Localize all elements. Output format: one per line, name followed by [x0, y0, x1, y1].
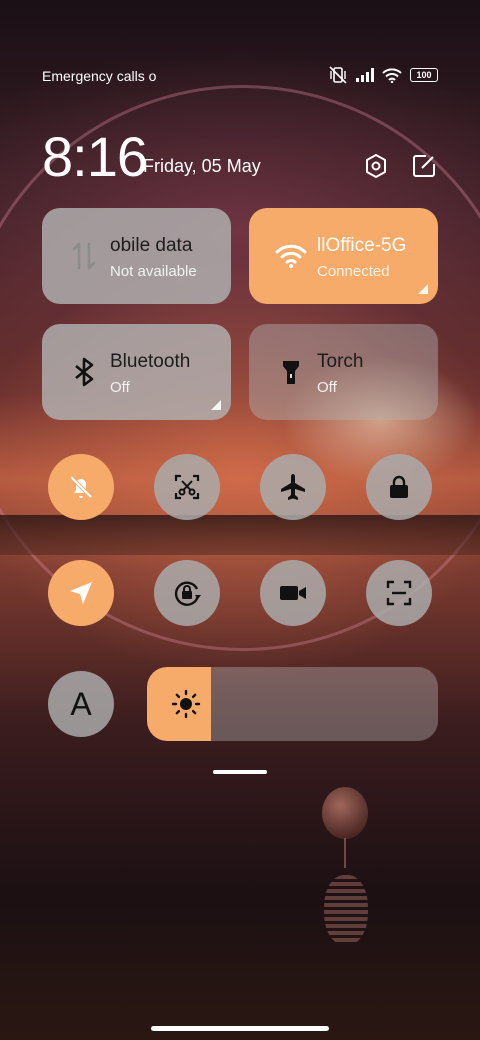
- tile-title: llOffice-5G: [317, 235, 407, 256]
- tile-subtitle: Connected: [317, 263, 390, 280]
- wifi-icon: [275, 244, 307, 268]
- clock: 8:16: [42, 125, 148, 188]
- carrier-text: Emergency calls o: [42, 68, 157, 84]
- video-camera-icon: [280, 586, 306, 600]
- mobile-data-icon: [72, 242, 96, 270]
- tile-subtitle: Off: [317, 379, 337, 396]
- battery-icon: 100: [410, 68, 438, 82]
- tile-subtitle: Not available: [110, 263, 197, 280]
- battery-level: 100: [416, 70, 432, 80]
- tile-title: Bluetooth: [110, 351, 191, 372]
- signal-icon: [356, 68, 374, 82]
- font-size-label: A: [70, 685, 92, 722]
- wifi-status-icon: [382, 67, 402, 83]
- toggle-rotation-lock[interactable]: [154, 560, 220, 626]
- home-indicator[interactable]: [151, 1026, 329, 1031]
- brightness-icon: [171, 689, 201, 719]
- toggle-video[interactable]: [260, 560, 326, 626]
- font-size-button[interactable]: A: [48, 671, 114, 737]
- toggle-screenshot[interactable]: [154, 454, 220, 520]
- toggle-silent[interactable]: [48, 454, 114, 520]
- airplane-icon: [281, 474, 305, 500]
- toggle-lock-screen[interactable]: [366, 454, 432, 520]
- expand-corner-icon[interactable]: [211, 400, 221, 410]
- bluetooth-icon: [75, 357, 94, 387]
- settings-icon[interactable]: [362, 152, 390, 180]
- edit-icon[interactable]: [410, 152, 438, 180]
- toggle-scanner[interactable]: [366, 560, 432, 626]
- moon-reflection-decoration: [324, 875, 368, 945]
- lock-icon: [390, 475, 408, 498]
- screenshot-icon: [174, 474, 200, 500]
- tile-wifi[interactable]: llOffice-5G Connected: [249, 208, 438, 304]
- brightness-slider[interactable]: [147, 667, 438, 741]
- toggle-airplane[interactable]: [260, 454, 326, 520]
- toggle-location[interactable]: [48, 560, 114, 626]
- tile-torch[interactable]: Torch Off: [249, 324, 438, 420]
- status-bar: Emergency calls o 100: [42, 66, 438, 86]
- rotation-lock-icon: [174, 581, 201, 606]
- expand-corner-icon[interactable]: [418, 284, 428, 294]
- vibrate-off-icon: [329, 66, 347, 84]
- moon-stem-decoration: [344, 838, 346, 868]
- tile-mobile-data[interactable]: obile data Not available: [42, 208, 231, 304]
- scan-icon: [386, 580, 412, 606]
- tile-title: Torch: [317, 351, 364, 372]
- tile-title: obile data: [110, 235, 193, 256]
- bell-muted-icon: [69, 475, 93, 499]
- moon-decoration: [322, 787, 368, 839]
- date-text: Friday, 05 May: [143, 156, 261, 176]
- location-icon: [70, 582, 92, 604]
- status-icons: 100: [328, 66, 438, 84]
- panel-drag-handle[interactable]: [213, 770, 267, 774]
- tile-subtitle: Off: [110, 379, 130, 396]
- tile-bluetooth[interactable]: Bluetooth Off: [42, 324, 231, 420]
- torch-icon: [283, 361, 299, 384]
